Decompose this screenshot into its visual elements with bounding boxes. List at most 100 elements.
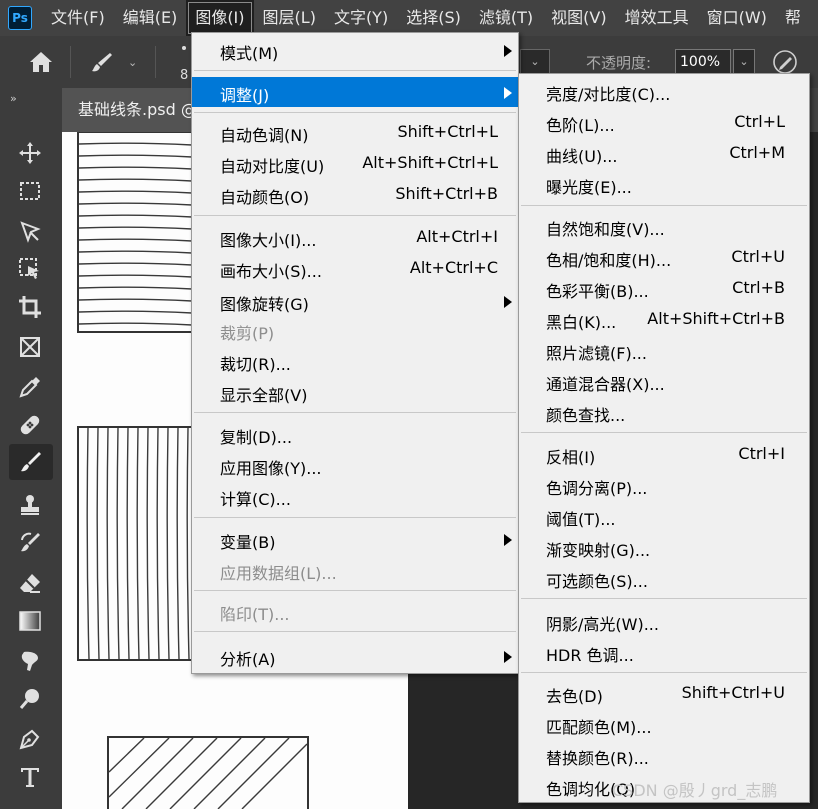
stamp-tool-icon[interactable]: [15, 490, 45, 520]
type-tool-icon[interactable]: [15, 762, 45, 792]
history-brush-tool-icon[interactable]: [15, 528, 45, 558]
submenu-item-replace-color[interactable]: 替换颜色(R)...: [519, 741, 809, 769]
photoshop-logo-icon[interactable]: Ps: [8, 6, 32, 30]
menu-item-apply-image[interactable]: 应用图像(Y)...: [192, 451, 518, 479]
menu-item-auto-contrast[interactable]: 自动对比度(U) Alt+Shift+Ctrl+L: [192, 149, 518, 177]
menu-item-reveal-all[interactable]: 显示全部(V): [192, 378, 518, 406]
eraser-tool-icon[interactable]: [15, 568, 45, 598]
menu-separator: [194, 517, 516, 518]
divider: [155, 46, 156, 78]
menu-bar: Ps 文件(F) 编辑(E) 图像(I) 图层(L) 文字(Y) 选择(S) 滤…: [0, 0, 818, 36]
submenu-item-curves[interactable]: 曲线(U)... Ctrl+M: [519, 139, 809, 167]
home-icon[interactable]: [28, 50, 54, 74]
menu-image[interactable]: 图像(I): [186, 0, 254, 36]
submenu-item-photo-filter[interactable]: 照片滤镜(F)...: [519, 336, 809, 364]
submenu-item-vibrance[interactable]: 自然饱和度(V)...: [519, 212, 809, 240]
submenu-item-color-balance[interactable]: 色彩平衡(B)... Ctrl+B: [519, 274, 809, 302]
opacity-dropdown-button[interactable]: ⌄: [733, 49, 755, 75]
object-select-tool-icon[interactable]: [15, 254, 45, 284]
submenu-item-gradient-map[interactable]: 渐变映射(G)...: [519, 533, 809, 561]
menu-item-variables[interactable]: 变量(B): [192, 525, 518, 553]
pressure-opacity-icon[interactable]: [772, 49, 798, 75]
opacity-input[interactable]: 100%: [675, 49, 731, 75]
watermark-text: CSDN @殷丿grd_志鹏: [612, 781, 778, 800]
menu-help[interactable]: 帮: [776, 0, 810, 36]
menu-plugins[interactable]: 增效工具: [616, 0, 698, 36]
submenu-arrow-icon: [504, 534, 512, 546]
menu-item-canvas-size[interactable]: 画布大小(S)... Alt+Ctrl+C: [192, 254, 518, 282]
gradient-tool-icon[interactable]: [15, 606, 45, 636]
menu-item-crop: 裁剪(P): [220, 324, 275, 343]
collapse-panel-button[interactable]: ››: [10, 92, 17, 105]
image-menu-dropdown: 模式(M) 调整(J) 自动色调(N) Shift+Ctrl+L 自动对比度(U…: [191, 32, 519, 674]
menu-select[interactable]: 选择(S): [397, 0, 470, 36]
crop-tool-icon[interactable]: [15, 292, 45, 322]
brush-size-value[interactable]: 8: [180, 68, 188, 83]
menu-separator: [521, 432, 807, 433]
dodge-tool-icon[interactable]: [15, 684, 45, 714]
menu-separator: [521, 672, 807, 673]
menu-separator: [194, 590, 516, 591]
chevron-down-icon[interactable]: ⌄: [128, 56, 137, 69]
tools-panel: ››: [0, 88, 62, 809]
frame-tool-icon[interactable]: [15, 332, 45, 362]
submenu-item-posterize[interactable]: 色调分离(P)...: [519, 471, 809, 499]
menu-item-apply-data-set: 应用数据组(L)...: [220, 564, 337, 583]
submenu-item-selective-color[interactable]: 可选颜色(S)...: [519, 564, 809, 592]
submenu-item-levels[interactable]: 色阶(L)... Ctrl+L: [519, 108, 809, 136]
menu-item-auto-color[interactable]: 自动颜色(O) Shift+Ctrl+B: [192, 180, 518, 208]
submenu-item-brightness-contrast[interactable]: 亮度/对比度(C)...: [519, 77, 809, 105]
submenu-arrow-icon: [504, 651, 512, 663]
menu-item-auto-tone[interactable]: 自动色调(N) Shift+Ctrl+L: [192, 118, 518, 146]
brush-tool-icon[interactable]: [9, 444, 53, 480]
menu-file[interactable]: 文件(F): [42, 0, 114, 36]
menu-separator: [194, 412, 516, 413]
menu-edit[interactable]: 编辑(E): [114, 0, 187, 36]
submenu-item-invert[interactable]: 反相(I) Ctrl+I: [519, 440, 809, 468]
submenu-arrow-icon: [504, 296, 512, 308]
menu-item-image-rotation[interactable]: 图像旋转(G): [192, 287, 518, 315]
menu-separator: [194, 112, 516, 113]
submenu-item-exposure[interactable]: 曝光度(E)...: [519, 170, 809, 198]
menu-separator: [194, 215, 516, 216]
submenu-item-match-color[interactable]: 匹配颜色(M)...: [519, 710, 809, 738]
eyedropper-tool-icon[interactable]: [15, 372, 45, 402]
menu-item-calculations[interactable]: 计算(C)...: [192, 482, 518, 510]
divider: [70, 46, 71, 78]
menu-separator: [521, 598, 807, 599]
submenu-item-hdr-toning[interactable]: HDR 色调...: [519, 638, 809, 666]
brush-preset-icon[interactable]: [90, 50, 114, 74]
submenu-item-desaturate[interactable]: 去色(D) Shift+Ctrl+U: [519, 679, 809, 707]
adjustments-submenu: 亮度/对比度(C)... 色阶(L)... Ctrl+L 曲线(U)... Ct…: [518, 73, 810, 803]
marquee-tool-icon[interactable]: [15, 176, 45, 206]
menu-view[interactable]: 视图(V): [542, 0, 615, 36]
submenu-item-hue-saturation[interactable]: 色相/饱和度(H)... Ctrl+U: [519, 243, 809, 271]
healing-brush-tool-icon[interactable]: [15, 410, 45, 440]
mode-dropdown[interactable]: ⌄: [520, 49, 550, 75]
submenu-item-black-white[interactable]: 黑白(K)... Alt+Shift+Ctrl+B: [519, 305, 809, 333]
menu-item-trap: 陷印(T)...: [220, 605, 290, 624]
opacity-label: 不透明度:: [586, 54, 652, 72]
menu-separator: [521, 205, 807, 206]
menu-item-image-size[interactable]: 图像大小(I)... Alt+Ctrl+I: [192, 223, 518, 251]
brush-size-dot-icon[interactable]: [182, 46, 186, 50]
submenu-item-shadows-highlights[interactable]: 阴影/高光(W)...: [519, 607, 809, 635]
menu-item-mode[interactable]: 模式(M): [192, 36, 518, 64]
pen-tool-icon[interactable]: [15, 724, 45, 754]
submenu-arrow-icon: [504, 87, 512, 99]
menu-item-adjust[interactable]: 调整(J): [192, 77, 518, 107]
menu-filter[interactable]: 滤镜(T): [470, 0, 542, 36]
menu-layer[interactable]: 图层(L): [254, 0, 325, 36]
menu-item-trim[interactable]: 裁切(R)...: [192, 347, 518, 375]
submenu-item-threshold[interactable]: 阈值(T)...: [519, 502, 809, 530]
submenu-item-channel-mixer[interactable]: 通道混合器(X)...: [519, 367, 809, 395]
menu-separator: [194, 70, 516, 71]
move-tool-icon[interactable]: [15, 138, 45, 168]
menu-type[interactable]: 文字(Y): [325, 0, 397, 36]
lasso-tool-icon[interactable]: [15, 216, 45, 246]
menu-item-duplicate[interactable]: 复制(D)...: [192, 420, 518, 448]
smudge-tool-icon[interactable]: [15, 646, 45, 676]
menu-item-analysis[interactable]: 分析(A): [192, 642, 518, 670]
submenu-item-color-lookup[interactable]: 颜色查找...: [519, 398, 809, 426]
menu-window[interactable]: 窗口(W): [698, 0, 776, 36]
